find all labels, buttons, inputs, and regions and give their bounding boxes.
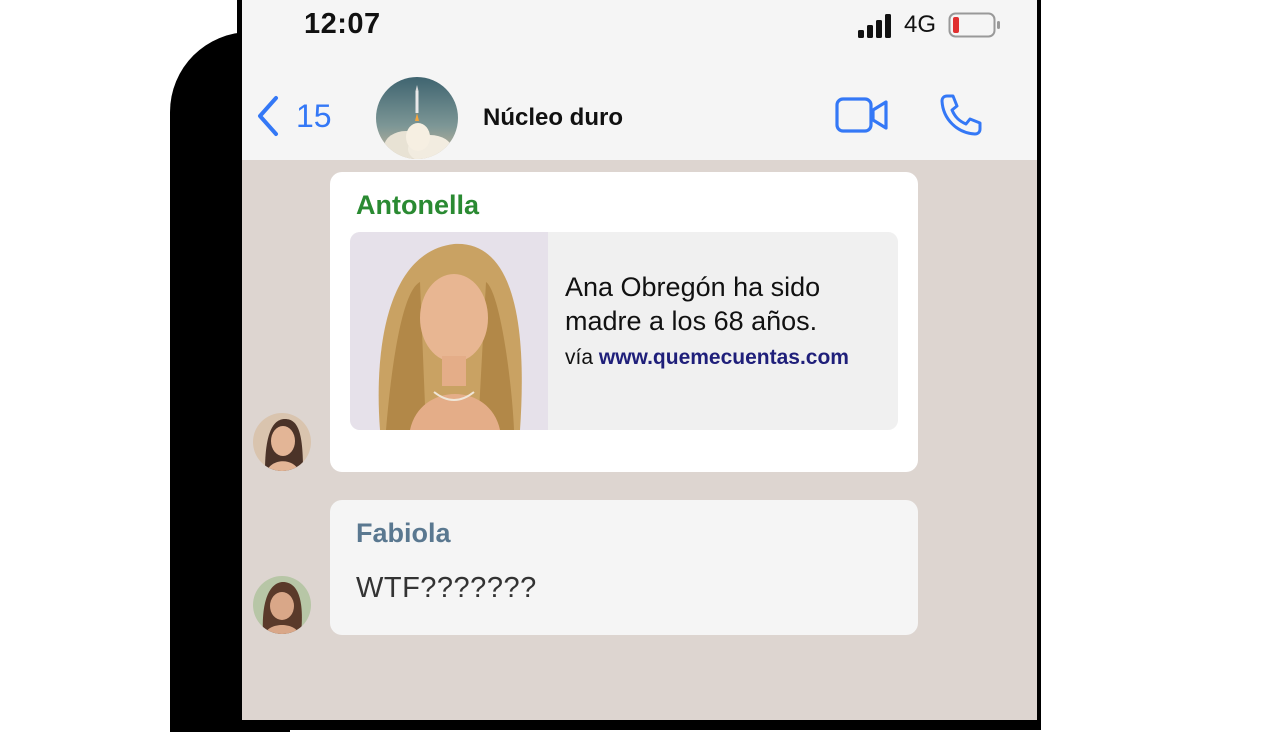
message-text: WTF??????? bbox=[356, 572, 537, 604]
sender-name: Antonella bbox=[356, 190, 480, 220]
sender-name: Fabiola bbox=[356, 518, 451, 548]
signal-icon bbox=[858, 14, 891, 38]
avatar-fabiola[interactable] bbox=[253, 576, 311, 634]
preview-image bbox=[350, 232, 548, 430]
via-label: vía bbox=[565, 346, 594, 369]
preview-url[interactable]: www.quemecuentas.com bbox=[599, 346, 849, 369]
chat-screen: 12:07 4G 15 Núcleo duro Antonella Ana Ob… bbox=[242, 0, 1037, 720]
chat-header: 12:07 4G 15 Núcleo duro bbox=[242, 0, 1037, 160]
message-bubble[interactable]: Antonella Ana Obregón ha sido madre a lo… bbox=[330, 172, 918, 472]
avatar-antonella[interactable] bbox=[253, 413, 311, 471]
group-avatar[interactable] bbox=[376, 77, 458, 159]
unread-count: 15 bbox=[296, 98, 332, 134]
network-type: 4G bbox=[904, 11, 937, 38]
video-camera-icon[interactable] bbox=[835, 96, 889, 134]
chevron-left-icon bbox=[258, 96, 278, 136]
phone-icon[interactable] bbox=[938, 92, 984, 138]
status-time: 12:07 bbox=[304, 8, 381, 40]
group-name: Núcleo duro bbox=[483, 104, 624, 131]
preview-source: vía www.quemecuentas.com bbox=[565, 346, 849, 370]
battery-icon bbox=[948, 12, 1000, 38]
preview-text: Ana Obregón ha sido madre a los 68 años. bbox=[565, 272, 821, 336]
back-button[interactable]: 15 bbox=[256, 94, 332, 138]
message-bubble[interactable]: Fabiola WTF??????? bbox=[330, 500, 918, 635]
link-preview[interactable]: Ana Obregón ha sido madre a los 68 años.… bbox=[350, 232, 898, 430]
